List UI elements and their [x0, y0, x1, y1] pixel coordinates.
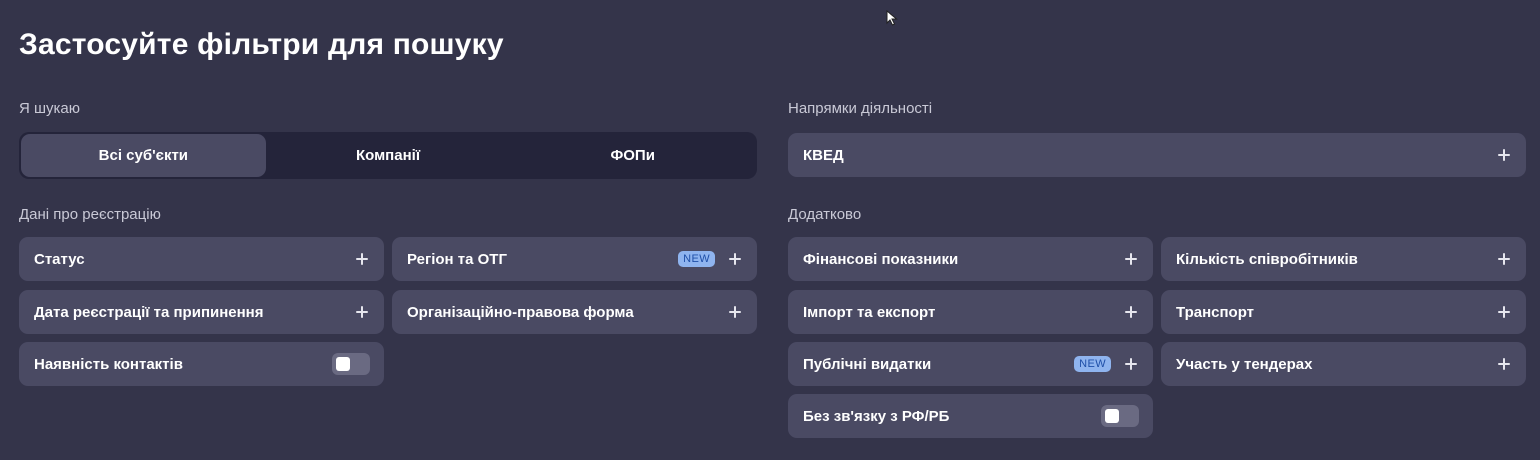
public-spending-filter[interactable]: Публічні видатки NEW: [788, 342, 1153, 386]
contacts-toggle[interactable]: [332, 353, 370, 375]
employees-label: Кількість співробітників: [1176, 250, 1358, 268]
legal-form-filter[interactable]: Організаційно-правова форма: [392, 290, 757, 334]
kved-label: КВЕД: [803, 146, 844, 164]
contacts-label: Наявність контактів: [34, 355, 183, 373]
finance-label: Фінансові показники: [803, 250, 959, 268]
filters-page: Застосуйте фільтри для пошуку Я шукаю Вс…: [0, 0, 1540, 460]
public-spending-label: Публічні видатки: [803, 355, 932, 373]
tenders-filter[interactable]: Участь у тендерах: [1161, 342, 1526, 386]
mouse-pointer-icon: [886, 10, 898, 26]
status-filter[interactable]: Статус: [19, 237, 384, 281]
plus-icon: [354, 251, 370, 267]
region-filter[interactable]: Регіон та ОТГ NEW: [392, 237, 757, 281]
entity-type-selector: Всі суб'єкти Компанії ФОПи: [19, 132, 757, 179]
transport-label: Транспорт: [1176, 303, 1255, 321]
status-label: Статус: [34, 250, 85, 268]
plus-icon: [1496, 251, 1512, 267]
registration-dates-filter[interactable]: Дата реєстрації та припинення: [19, 290, 384, 334]
no-ru-by-toggle[interactable]: [1101, 405, 1139, 427]
plus-icon: [727, 304, 743, 320]
no-ru-by-label: Без зв'язку з РФ/РБ: [803, 407, 950, 425]
plus-icon: [727, 251, 743, 267]
search-for-label: Я шукаю: [19, 100, 81, 117]
activities-label: Напрямки діяльності: [788, 100, 933, 117]
kved-filter[interactable]: КВЕД: [788, 133, 1526, 177]
transport-filter[interactable]: Транспорт: [1161, 290, 1526, 334]
legal-form-label: Організаційно-правова форма: [407, 303, 634, 321]
plus-icon: [1123, 251, 1139, 267]
page-title: Застосуйте фільтри для пошуку: [19, 28, 504, 61]
registration-label: Дані про реєстрацію: [19, 206, 161, 223]
new-badge: NEW: [678, 251, 715, 267]
additional-label: Додатково: [788, 206, 862, 223]
tab-all-entities[interactable]: Всі суб'єкти: [21, 134, 266, 177]
import-export-label: Імпорт та експорт: [803, 303, 936, 321]
no-ru-by-filter: Без зв'язку з РФ/РБ: [788, 394, 1153, 438]
plus-icon: [354, 304, 370, 320]
tab-companies[interactable]: Компанії: [266, 134, 511, 177]
toggle-knob: [1105, 409, 1119, 423]
contacts-filter: Наявність контактів: [19, 342, 384, 386]
plus-icon: [1123, 304, 1139, 320]
plus-icon: [1496, 304, 1512, 320]
region-label: Регіон та ОТГ: [407, 250, 507, 268]
plus-icon: [1123, 356, 1139, 372]
registration-dates-label: Дата реєстрації та припинення: [34, 303, 264, 321]
import-export-filter[interactable]: Імпорт та експорт: [788, 290, 1153, 334]
toggle-knob: [336, 357, 350, 371]
tab-sole-proprietors[interactable]: ФОПи: [510, 134, 755, 177]
plus-icon: [1496, 147, 1512, 163]
employees-filter[interactable]: Кількість співробітників: [1161, 237, 1526, 281]
plus-icon: [1496, 356, 1512, 372]
finance-filter[interactable]: Фінансові показники: [788, 237, 1153, 281]
tenders-label: Участь у тендерах: [1176, 355, 1313, 373]
new-badge: NEW: [1074, 356, 1111, 372]
